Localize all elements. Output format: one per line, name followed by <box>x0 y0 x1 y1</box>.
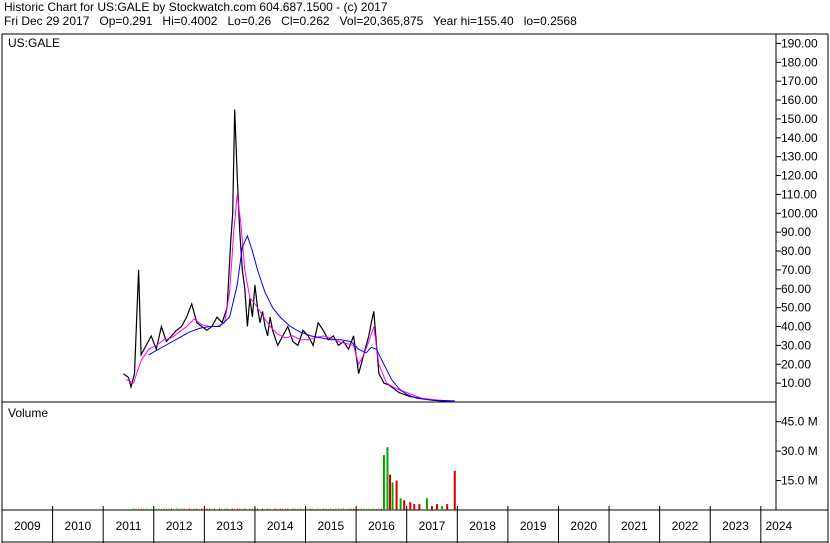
volume-panel-title: Volume <box>8 406 48 420</box>
price-ytick-label: 60.00 <box>781 282 811 296</box>
price-ytick-label: 100.00 <box>781 206 818 220</box>
year-label: 2013 <box>216 519 243 533</box>
year-label: 2020 <box>570 519 597 533</box>
price-ytick-label: 150.00 <box>781 112 818 126</box>
price-ytick-label: 170.00 <box>781 74 818 88</box>
price-series-moving-average-short <box>125 194 455 402</box>
price-ytick-label: 160.00 <box>781 93 818 107</box>
year-label: 2023 <box>722 519 749 533</box>
year-label: 2015 <box>317 519 344 533</box>
price-ytick-label: 120.00 <box>781 169 818 183</box>
volume-plot-frame <box>1 401 777 511</box>
year-label: 2010 <box>65 519 92 533</box>
price-series-price <box>123 109 455 402</box>
price-ytick-label: 140.00 <box>781 131 818 145</box>
year-label: 2016 <box>368 519 395 533</box>
price-ytick-label: 130.00 <box>781 150 818 164</box>
price-panel: US:GALE 10.00 20.00 30.00 40.00 50.00 60.00 70.… <box>8 36 818 402</box>
year-label: 2021 <box>621 519 648 533</box>
stock-chart: US:GALE 10.00 20.00 30.00 40.00 50.00 60.00 70.… <box>1 33 829 543</box>
price-ytick-label: 180.00 <box>781 55 818 69</box>
volume-ytick-label: 15.0 M <box>781 474 818 488</box>
price-ytick-label: 20.00 <box>781 357 811 371</box>
chart-frames <box>1 33 829 543</box>
price-ytick-label: 50.00 <box>781 301 811 315</box>
year-label: 2014 <box>267 519 294 533</box>
year-label: 2009 <box>14 519 41 533</box>
price-panel-title: US:GALE <box>8 36 60 50</box>
price-plot-frame <box>1 33 777 403</box>
price-ytick-label: 70.00 <box>781 263 811 277</box>
price-ytick-label: 190.00 <box>781 36 818 50</box>
price-series-moving-average-long <box>148 234 455 402</box>
year-label: 2018 <box>469 519 496 533</box>
year-label: 2019 <box>520 519 547 533</box>
volume-ytick-label: 30.0 M <box>781 444 818 458</box>
price-ytick-label: 30.00 <box>781 338 811 352</box>
year-label: 2011 <box>116 519 142 533</box>
year-label: 2022 <box>672 519 699 533</box>
volume-ytick-label: 45.0 M <box>781 415 818 429</box>
year-label: 2012 <box>166 519 193 533</box>
time-axis: 2009 2010 2011 2012 2013 2014 2015 2016 2017 2018… <box>1 506 792 543</box>
price-ytick-label: 90.00 <box>781 225 811 239</box>
price-ytick-label: 10.00 <box>781 376 811 390</box>
year-label: 2024 <box>765 519 792 533</box>
price-ytick-label: 40.00 <box>781 320 811 334</box>
volume-panel: Volume 15.0 M 30.0 M 45.0 M <box>8 406 818 510</box>
price-ytick-label: 80.00 <box>781 244 811 258</box>
year-label: 2017 <box>419 519 446 533</box>
price-ytick-label: 110.00 <box>781 187 817 201</box>
